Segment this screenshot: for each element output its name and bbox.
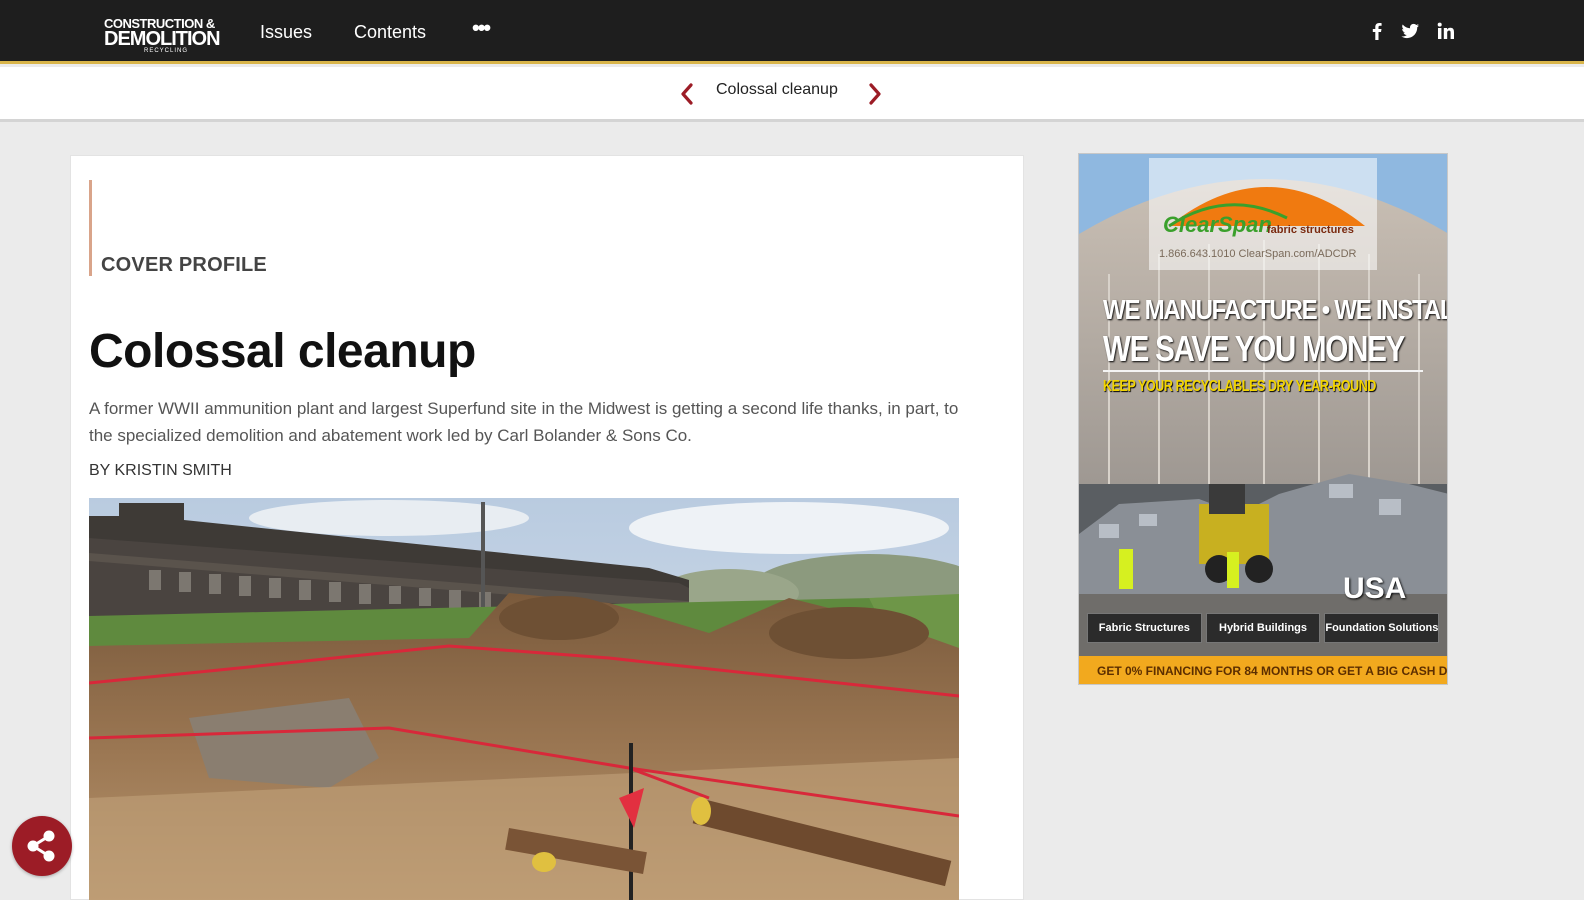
logo-line-2: DEMOLITION bbox=[104, 28, 221, 50]
nav-more-button[interactable]: ••• bbox=[472, 15, 491, 41]
nav-contents-link[interactable]: Contents bbox=[354, 22, 426, 43]
facebook-icon[interactable] bbox=[1364, 18, 1390, 44]
ad-brand-subtitle: fabric structures bbox=[1267, 224, 1354, 236]
article-pager-bar: Colossal cleanup bbox=[0, 67, 1584, 122]
ad-financing-banner: GET 0% FINANCING FOR 84 MONTHS OR GET A … bbox=[1079, 656, 1447, 684]
ad-button-hybrid-buildings[interactable]: Hybrid Buildings bbox=[1205, 613, 1321, 643]
ad-brand-name: ClearSpan bbox=[1163, 212, 1272, 237]
ad-tagline: KEEP YOUR RECYCLABLES DRY YEAR-ROUND bbox=[1103, 378, 1377, 395]
twitter-icon[interactable] bbox=[1397, 18, 1423, 44]
article-card: COVER PROFILE Colossal cleanup A former … bbox=[70, 155, 1024, 900]
ad-button-row: Fabric Structures Hybrid Buildings Found… bbox=[1087, 613, 1440, 643]
ad-contact-line: 1.866.643.1010 ClearSpan.com/ADCDR bbox=[1159, 248, 1357, 260]
nav-issues-link[interactable]: Issues bbox=[260, 22, 312, 43]
article-headline: Colossal cleanup bbox=[89, 325, 476, 378]
sidebar-advertisement[interactable]: ClearSpan fabric structures 1.866.643.10… bbox=[1078, 153, 1448, 685]
ad-usa-badge: USA bbox=[1343, 572, 1407, 605]
ad-headline-1: WE MANUFACTURE • WE INSTALL bbox=[1103, 294, 1448, 325]
ad-headline-2: WE SAVE YOU MONEY bbox=[1103, 328, 1405, 369]
kicker-accent-bar bbox=[89, 180, 92, 276]
ad-button-fabric-structures[interactable]: Fabric Structures bbox=[1087, 613, 1202, 643]
ad-button-foundation-solutions[interactable]: Foundation Solutions bbox=[1324, 613, 1440, 643]
ad-divider bbox=[1103, 370, 1423, 372]
linkedin-icon[interactable] bbox=[1433, 18, 1459, 44]
article-kicker: COVER PROFILE bbox=[101, 254, 267, 276]
site-logo[interactable]: CONSTRUCTION & DEMOLITION RECYCLING bbox=[104, 17, 228, 56]
pager-current-title: Colossal cleanup bbox=[716, 81, 838, 98]
share-icon bbox=[27, 830, 55, 862]
share-button[interactable] bbox=[12, 816, 72, 876]
chevron-left-icon[interactable] bbox=[676, 80, 698, 108]
top-nav-bar: CONSTRUCTION & DEMOLITION RECYCLING Issu… bbox=[0, 0, 1584, 64]
hero-image bbox=[89, 498, 959, 900]
article-byline: BY KRISTIN SMITH bbox=[89, 462, 232, 479]
chevron-right-icon[interactable] bbox=[864, 80, 886, 108]
article-dek: A former WWII ammunition plant and large… bbox=[89, 399, 959, 445]
